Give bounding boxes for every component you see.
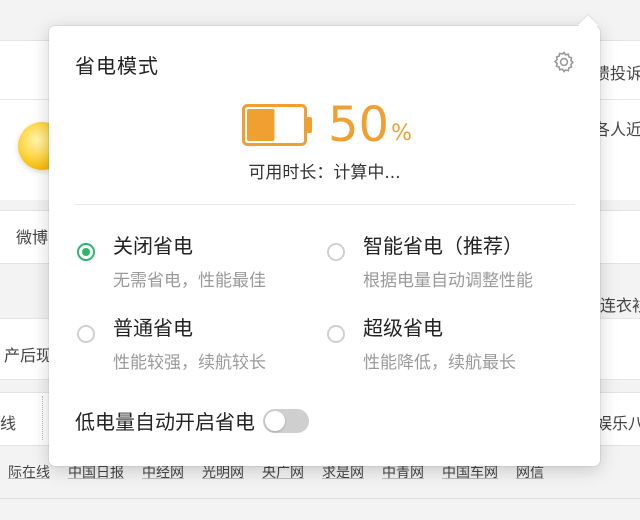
background-news-fragment[interactable]: 产后现 — [4, 342, 52, 366]
power-saving-popup: 省电模式 50 % 可用时长：计算中... 关闭省电 无需省电，性能最佳 智能省… — [49, 15, 600, 466]
toggle-knob — [265, 410, 285, 431]
mode-description: 无需省电，性能最佳 — [113, 271, 266, 291]
site-link[interactable]: 际在线 — [0, 462, 60, 486]
radio-button[interactable] — [327, 325, 345, 343]
gear-icon[interactable] — [552, 50, 576, 74]
background-divider — [42, 396, 43, 440]
battery-status: 50 % — [242, 96, 412, 154]
auto-power-saving-row: 低电量自动开启省电 — [75, 406, 309, 435]
radio-button[interactable] — [327, 243, 345, 261]
mode-description: 性能较强，续航较长 — [113, 353, 266, 373]
popup-title: 省电模式 — [75, 54, 159, 78]
mode-description: 根据电量自动调整性能 — [363, 271, 533, 291]
background-entertainment-fragment[interactable]: 娱乐八 — [596, 410, 640, 434]
background-bottom-divider — [0, 498, 640, 499]
battery-percent-unit: % — [391, 121, 412, 146]
mode-name: 智能省电（推荐） — [363, 234, 523, 258]
auto-power-saving-label: 低电量自动开启省电 — [75, 410, 255, 434]
radio-button[interactable] — [77, 243, 95, 261]
mode-name: 普通省电 — [113, 316, 193, 340]
radio-button[interactable] — [77, 325, 95, 343]
mode-description: 性能降低，续航最长 — [363, 353, 516, 373]
background-feedback-link[interactable]: 馈投诉 — [594, 60, 640, 84]
battery-icon — [242, 104, 312, 146]
background-tab-weibo[interactable]: 微博 — [16, 224, 48, 248]
remaining-time-label: 可用时长 — [248, 163, 317, 183]
remaining-time-value: 计算中... — [333, 163, 401, 183]
mode-name: 关闭省电 — [113, 234, 193, 258]
mode-name: 超级省电 — [363, 316, 443, 340]
background-left-fragment[interactable]: 线 — [0, 410, 16, 434]
battery-percent: 50 — [328, 97, 390, 153]
auto-power-saving-toggle[interactable] — [263, 408, 309, 433]
background-shopping-fragment[interactable]: 连衣衫 — [600, 292, 640, 316]
background-news-fragment-right[interactable]: 各人近 — [594, 116, 640, 140]
remaining-time: 可用时长：计算中... — [49, 158, 600, 183]
popup-divider — [75, 204, 575, 205]
remaining-time-separator: ： — [316, 163, 334, 183]
